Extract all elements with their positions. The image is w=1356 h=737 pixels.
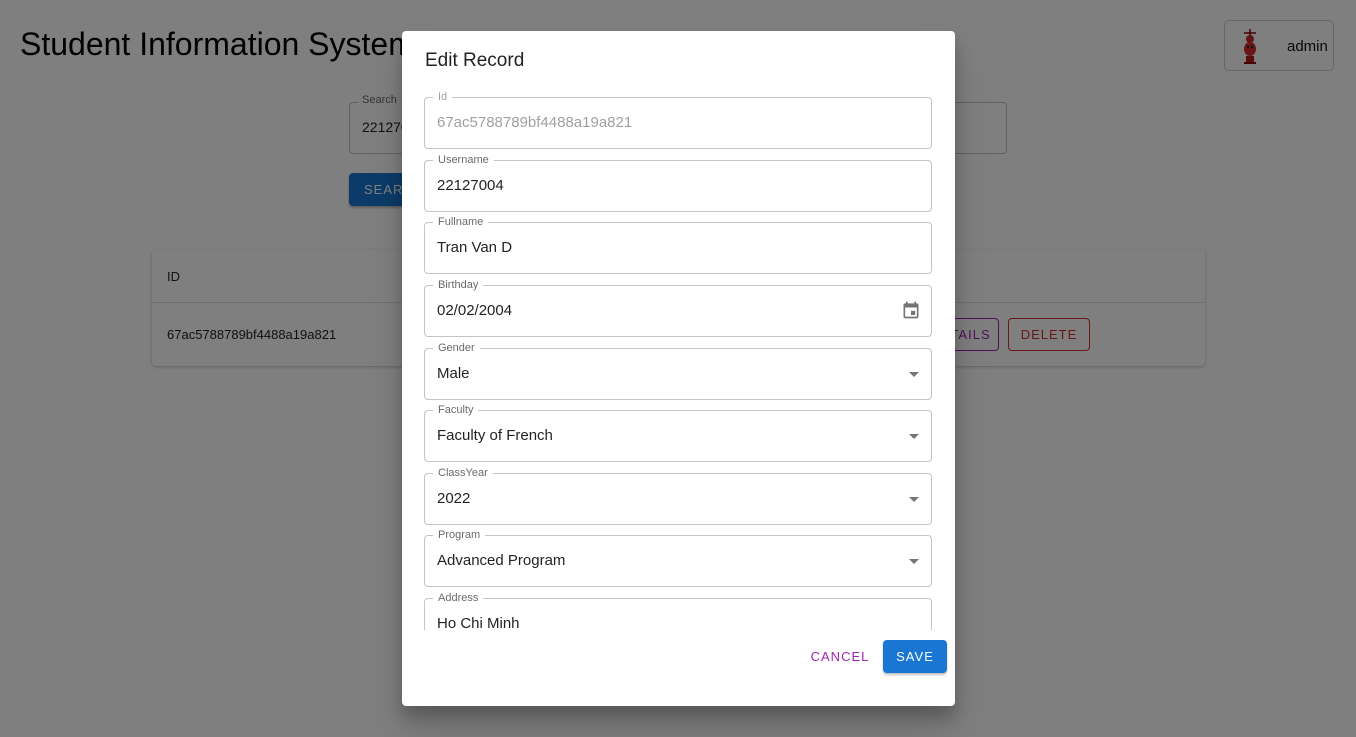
fullname-field-label: Fullname [433,215,489,229]
id-field-value: 67ac5788789bf4488a19a821 [437,114,633,131]
faculty-select[interactable]: Faculty Faculty of French [424,403,932,462]
dropdown-arrow-icon [909,559,919,564]
birthday-field-value: 02/02/2004 [437,302,513,319]
program-select-label: Program [433,528,486,542]
dropdown-arrow-icon [909,497,919,502]
id-field: Id 67ac5788789bf4488a19a821 [424,91,932,149]
address-field[interactable]: Address Ho Chi Minh [424,591,932,630]
birthday-field[interactable]: Birthday 02/02/2004 [424,278,932,337]
fullname-field-value: Tran Van D [437,239,513,256]
classyear-select[interactable]: ClassYear 2022 [424,466,932,525]
username-field[interactable]: Username 22127004 [424,153,932,212]
classyear-select-label: ClassYear [433,466,493,480]
dropdown-arrow-icon [909,372,919,377]
faculty-select-value: Faculty of French [437,427,553,444]
dialog-title: Edit Record [425,50,525,71]
gender-select-value: Male [437,365,470,382]
edit-record-dialog: Edit Record Id 67ac5788789bf4488a19a821 … [402,31,955,706]
program-select-value: Advanced Program [437,552,566,569]
faculty-select-label: Faculty [433,403,479,417]
classyear-select-value: 2022 [437,490,471,507]
dialog-content: Id 67ac5788789bf4488a19a821 Username 221… [402,91,955,630]
calendar-icon[interactable] [901,300,921,320]
address-field-label: Address [433,591,484,605]
username-field-label: Username [433,153,494,167]
dropdown-arrow-icon [909,434,919,439]
address-field-value: Ho Chi Minh [437,615,520,630]
save-button[interactable]: SAVE [883,640,947,673]
gender-select-label: Gender [433,341,480,355]
birthday-field-label: Birthday [433,278,484,292]
cancel-button[interactable]: CANCEL [804,640,876,673]
fullname-field[interactable]: Fullname Tran Van D [424,215,932,274]
username-field-value: 22127004 [437,177,504,194]
gender-select[interactable]: Gender Male [424,341,932,400]
program-select[interactable]: Program Advanced Program [424,528,932,587]
id-field-label: Id [433,91,453,104]
dialog-actions: CANCEL SAVE [402,630,955,706]
